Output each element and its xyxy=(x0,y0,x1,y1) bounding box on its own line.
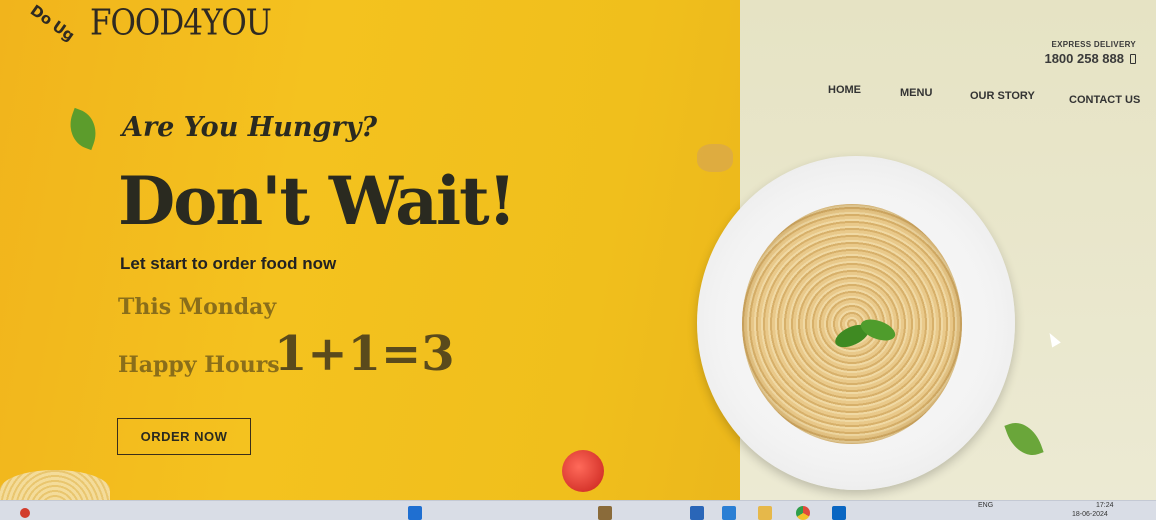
taskbar-app-icon[interactable] xyxy=(598,506,612,520)
phone-number[interactable]: 1800 258 888 xyxy=(1044,51,1136,66)
nav-our-story[interactable]: OUR STORY xyxy=(970,90,1035,102)
pasta-decoration xyxy=(697,144,733,172)
nav-contact-us[interactable]: CONTACT US xyxy=(1069,94,1140,106)
order-now-button[interactable]: ORDER NOW xyxy=(117,418,251,455)
language-indicator[interactable]: ENG xyxy=(978,502,993,509)
start-icon[interactable] xyxy=(20,508,30,518)
basil-icon xyxy=(835,319,896,348)
logo-icon: Do Ug xyxy=(26,1,79,45)
hero-subheadline: Let start to order food now xyxy=(120,254,337,273)
chrome-icon[interactable] xyxy=(796,506,810,520)
clock-date[interactable]: 18-06-2024 xyxy=(1072,511,1108,518)
express-delivery: EXPRESS DELIVERY 1800 258 888 xyxy=(1044,40,1136,66)
linkedin-icon[interactable] xyxy=(832,506,846,520)
express-delivery-label: EXPRESS DELIVERY xyxy=(1051,40,1136,49)
phone-text: 1800 258 888 xyxy=(1044,51,1124,66)
tomato-icon xyxy=(562,450,604,492)
promo-formula: 1+1=3 xyxy=(274,326,455,382)
clock-time[interactable]: 17:24 xyxy=(1096,502,1114,509)
brand-logo[interactable]: Do Ug FOOD4YOU xyxy=(26,1,272,45)
hero-tagline: Are You Hungry? xyxy=(122,112,378,143)
windows-icon[interactable] xyxy=(408,506,422,520)
nav-menu[interactable]: MENU xyxy=(900,87,932,99)
promo-label: Happy Hours xyxy=(118,352,280,378)
brand-name: FOOD4YOU xyxy=(90,2,272,44)
nav-home[interactable]: HOME xyxy=(828,84,861,96)
taskbar-app-icon[interactable] xyxy=(690,506,704,520)
phone-icon xyxy=(1130,53,1136,64)
promo-day: This Monday xyxy=(118,294,277,320)
os-taskbar: ENG 17:24 18-06-2024 xyxy=(0,500,1156,520)
store-icon[interactable] xyxy=(722,506,736,520)
hero-headline: Don't Wait! xyxy=(118,162,517,240)
folder-icon[interactable] xyxy=(758,506,772,520)
